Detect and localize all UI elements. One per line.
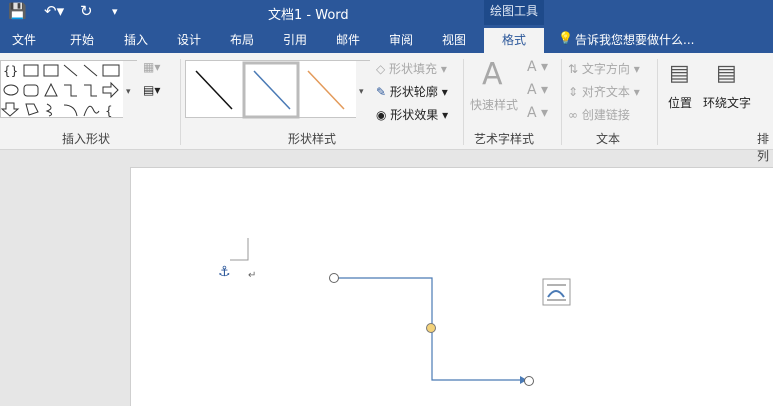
- margin-corner-mark: [230, 238, 249, 261]
- adjust-handle[interactable]: [426, 323, 436, 333]
- paragraph-mark: ↵: [248, 270, 256, 281]
- anchor-icon: ⚓: [218, 264, 231, 280]
- canvas-overlay: ⚓ ↵: [218, 238, 571, 386]
- layout-options-icon[interactable]: [542, 278, 571, 306]
- start-handle[interactable]: [329, 273, 339, 283]
- end-handle[interactable]: [524, 376, 534, 386]
